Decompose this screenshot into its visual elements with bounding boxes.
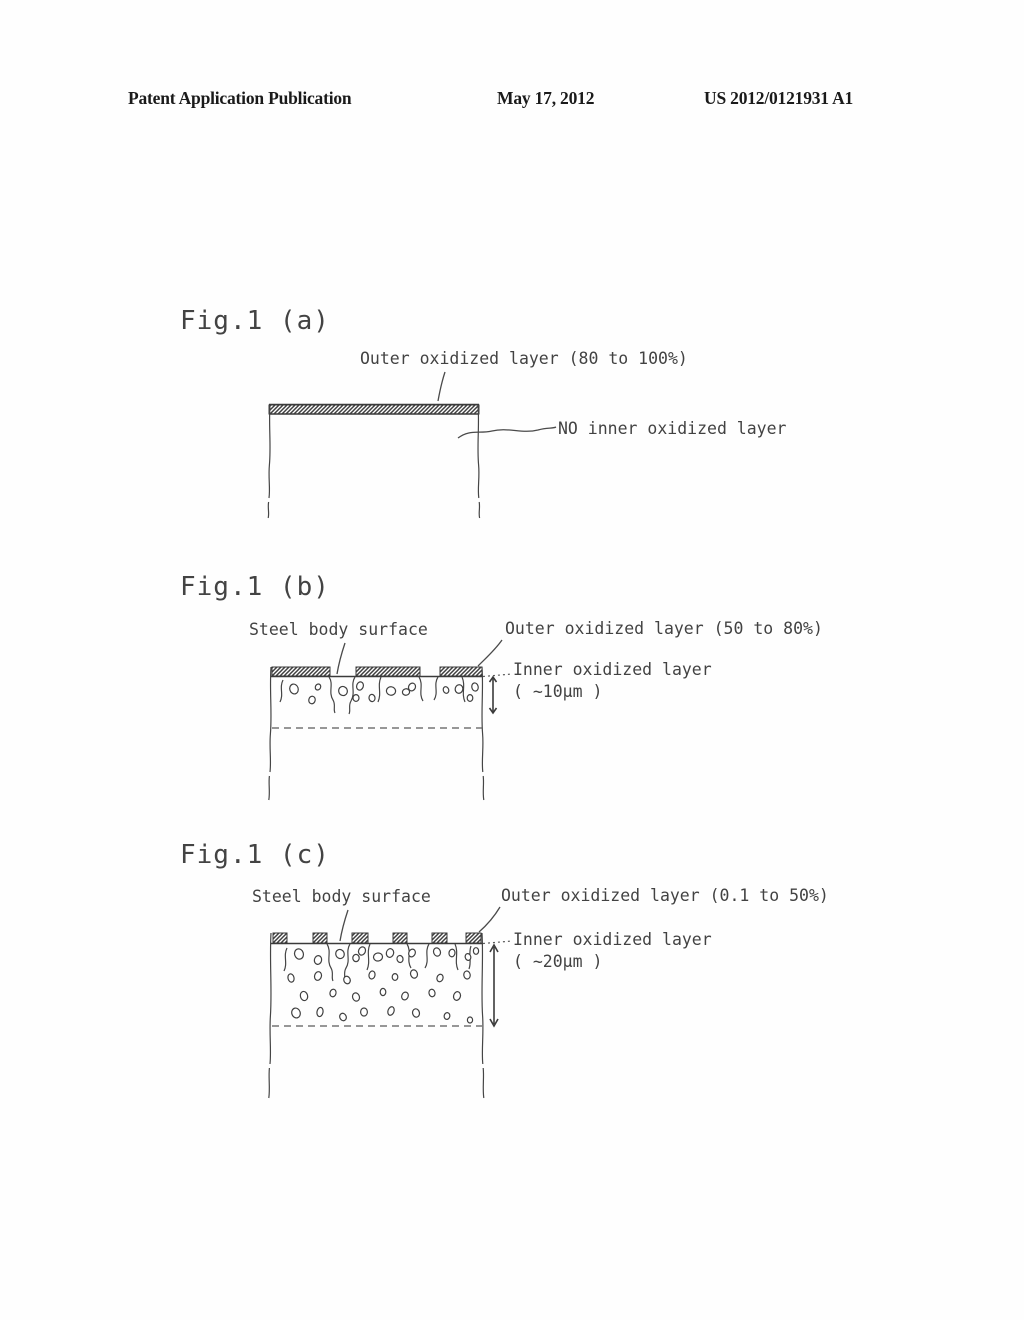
inner-oxide-voids-c <box>287 946 480 1024</box>
figure-diagram-1c <box>268 906 513 1099</box>
leader-steel-surface-c <box>339 909 349 942</box>
thickness-arrow-c <box>489 943 499 1028</box>
outer-oxidized-segments-c <box>272 932 482 944</box>
leader-outer-c <box>478 906 501 933</box>
patent-page: Patent Application Publication May 17, 2… <box>0 0 1024 1320</box>
